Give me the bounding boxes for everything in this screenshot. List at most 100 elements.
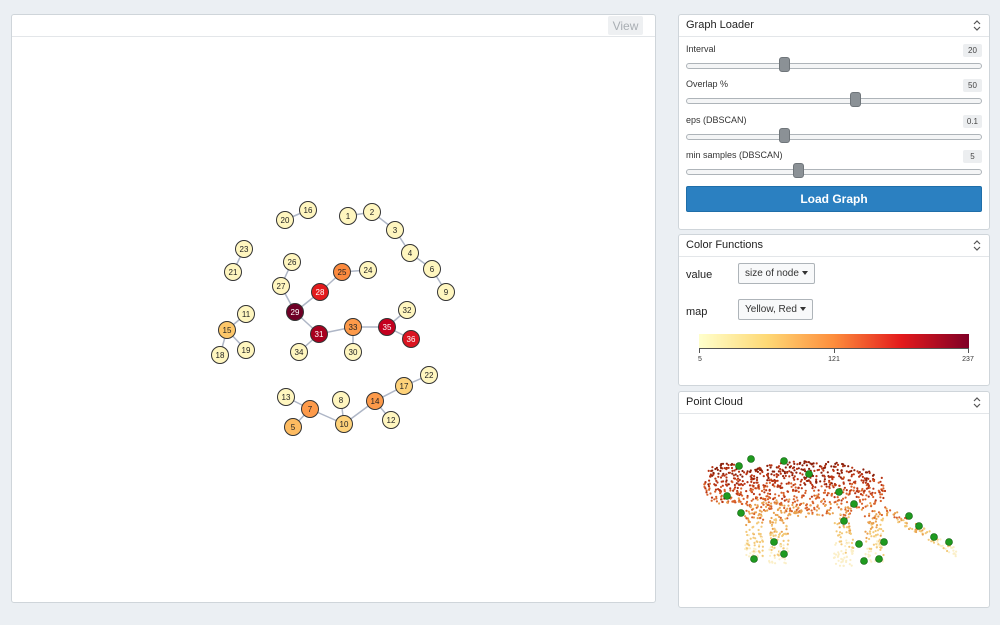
eps-slider-thumb[interactable] bbox=[778, 128, 790, 143]
graph-node[interactable]: 19 bbox=[237, 341, 255, 359]
point-cloud-marker bbox=[805, 470, 813, 478]
graph-node[interactable]: 29 bbox=[286, 303, 304, 321]
graph-node[interactable]: 13 bbox=[277, 388, 295, 406]
graph-node[interactable]: 24 bbox=[359, 261, 377, 279]
graph-node[interactable]: 8 bbox=[332, 391, 350, 409]
point-cloud-point bbox=[780, 530, 783, 533]
point-cloud-point bbox=[792, 460, 795, 463]
graph-node[interactable]: 17 bbox=[395, 377, 413, 395]
collapse-icon[interactable] bbox=[973, 397, 981, 408]
point-cloud-point bbox=[840, 499, 843, 502]
graph-node[interactable]: 15 bbox=[218, 321, 236, 339]
collapse-icon[interactable] bbox=[973, 240, 981, 251]
graph-node[interactable]: 18 bbox=[211, 346, 229, 364]
point-cloud-point bbox=[842, 482, 845, 485]
point-cloud-marker bbox=[945, 538, 953, 546]
graph-node[interactable]: 4 bbox=[401, 244, 419, 262]
point-cloud-point bbox=[771, 470, 774, 473]
graph-node[interactable]: 35 bbox=[378, 318, 396, 336]
point-cloud-point bbox=[875, 513, 878, 516]
point-cloud-point bbox=[756, 498, 759, 501]
graph-node[interactable]: 21 bbox=[224, 263, 242, 281]
graph-node[interactable]: 26 bbox=[283, 253, 301, 271]
point-cloud-point bbox=[770, 524, 773, 527]
graph-node[interactable]: 36 bbox=[402, 330, 420, 348]
graph-node[interactable]: 25 bbox=[333, 263, 351, 281]
point-cloud-point bbox=[758, 493, 761, 496]
graph-node[interactable]: 30 bbox=[344, 343, 362, 361]
point-cloud-point bbox=[875, 546, 878, 549]
point-cloud-point bbox=[864, 552, 867, 556]
graph-node[interactable]: 2 bbox=[363, 203, 381, 221]
graph-node[interactable]: 14 bbox=[366, 392, 384, 410]
graph-node[interactable]: 20 bbox=[276, 211, 294, 229]
point-cloud-point bbox=[745, 490, 748, 493]
point-cloud-point bbox=[879, 480, 882, 483]
graph-node[interactable]: 6 bbox=[423, 260, 441, 278]
point-cloud-point bbox=[880, 489, 883, 492]
graph-node[interactable]: 23 bbox=[235, 240, 253, 258]
graph-node-label: 6 bbox=[430, 265, 435, 274]
point-cloud-point bbox=[740, 502, 743, 505]
map-dropdown[interactable]: Yellow, Red bbox=[738, 299, 813, 320]
point-cloud-point bbox=[768, 548, 771, 551]
point-cloud-point bbox=[896, 511, 899, 514]
graph-node[interactable]: 27 bbox=[272, 277, 290, 295]
graph-node[interactable]: 31 bbox=[310, 325, 328, 343]
graph-node[interactable]: 7 bbox=[301, 400, 319, 418]
graph-node[interactable]: 32 bbox=[398, 301, 416, 319]
point-cloud-point bbox=[845, 511, 848, 514]
point-cloud-point bbox=[823, 478, 826, 481]
eps-slider-track[interactable] bbox=[686, 134, 982, 140]
graph-node-label: 29 bbox=[291, 308, 300, 317]
color-functions-header[interactable]: Color Functions bbox=[679, 235, 989, 257]
point-cloud-point bbox=[741, 480, 744, 483]
min-samples-slider-thumb[interactable] bbox=[793, 163, 805, 178]
graph-node[interactable]: 9 bbox=[437, 283, 455, 301]
point-cloud-header[interactable]: Point Cloud bbox=[679, 392, 989, 414]
point-cloud-point bbox=[900, 519, 903, 522]
graph-node[interactable]: 10 bbox=[335, 415, 353, 433]
graph-node[interactable]: 1 bbox=[339, 207, 357, 225]
point-cloud-point bbox=[811, 511, 814, 514]
point-cloud-point bbox=[878, 544, 881, 548]
overlap-slider-thumb[interactable] bbox=[849, 92, 861, 107]
point-cloud-point bbox=[954, 553, 957, 556]
point-cloud-point bbox=[739, 473, 742, 476]
graph-loader-header[interactable]: Graph Loader bbox=[679, 15, 989, 37]
point-cloud-point bbox=[740, 487, 743, 490]
graph-node[interactable]: 33 bbox=[344, 318, 362, 336]
overlap-slider-track[interactable] bbox=[686, 98, 982, 104]
point-cloud-point bbox=[757, 484, 760, 488]
point-cloud-point bbox=[818, 496, 821, 499]
point-cloud-point bbox=[745, 517, 748, 520]
graph-node[interactable]: 11 bbox=[237, 305, 255, 323]
point-cloud-point bbox=[781, 533, 785, 537]
point-cloud-point bbox=[800, 502, 803, 505]
point-cloud-point bbox=[772, 498, 775, 501]
map-label: map bbox=[686, 306, 708, 318]
interval-slider-thumb[interactable] bbox=[778, 57, 790, 72]
point-cloud-point bbox=[779, 470, 782, 473]
view-button[interactable]: View bbox=[608, 16, 643, 35]
point-cloud-point bbox=[774, 521, 777, 524]
point-cloud-point bbox=[844, 548, 848, 551]
interval-slider-track[interactable] bbox=[686, 63, 982, 69]
point-cloud-point bbox=[741, 475, 744, 478]
point-cloud-point bbox=[854, 492, 857, 495]
graph-node[interactable]: 22 bbox=[420, 366, 438, 384]
graph-node[interactable]: 16 bbox=[299, 201, 317, 219]
point-cloud-canvas[interactable] bbox=[679, 414, 989, 607]
point-cloud-point bbox=[758, 509, 761, 512]
graph-node[interactable]: 3 bbox=[386, 221, 404, 239]
min-samples-slider-track[interactable] bbox=[686, 169, 982, 175]
graph-node[interactable]: 28 bbox=[311, 283, 329, 301]
graph-node[interactable]: 5 bbox=[284, 418, 302, 436]
collapse-icon[interactable] bbox=[973, 20, 981, 31]
load-graph-button[interactable]: Load Graph bbox=[686, 186, 982, 212]
graph-canvas[interactable]: 1 2345678910111213 14151617181920212223242… bbox=[12, 15, 657, 604]
point-cloud-point bbox=[869, 502, 872, 505]
graph-node[interactable]: 12 bbox=[382, 411, 400, 429]
value-dropdown[interactable]: size of node bbox=[738, 263, 815, 284]
graph-node[interactable]: 34 bbox=[290, 343, 308, 361]
